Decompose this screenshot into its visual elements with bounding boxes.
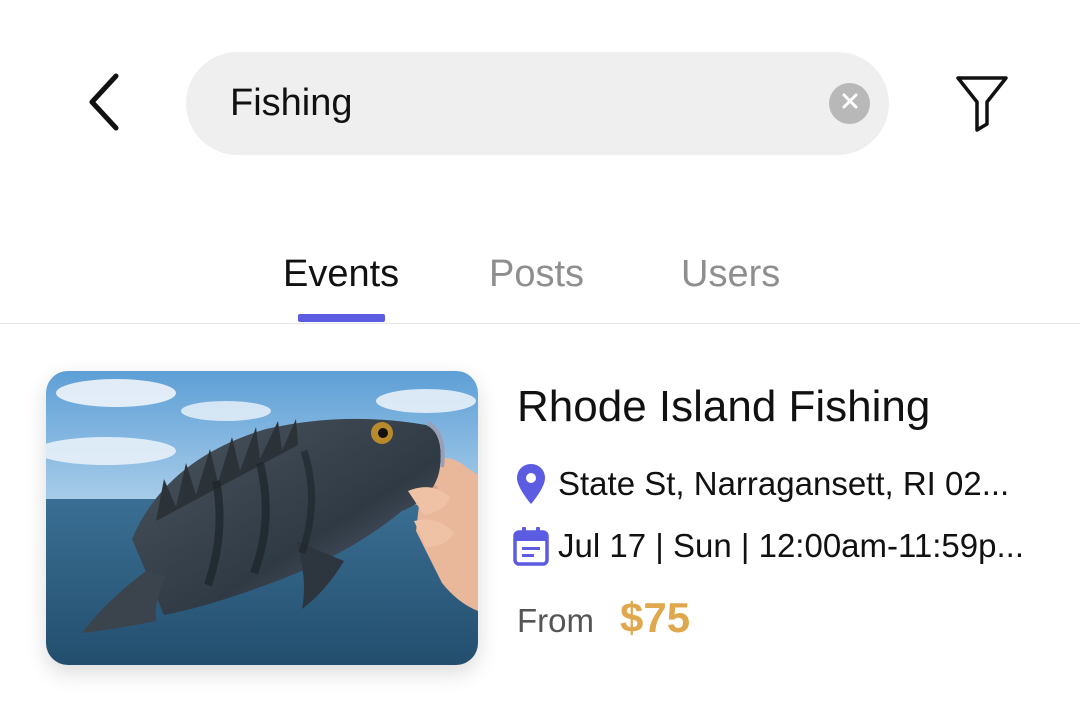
results-list: Rhode Island Fishing State St, Narragans… — [0, 324, 1080, 716]
tab-users[interactable]: Users — [681, 253, 780, 296]
event-price: $75 — [620, 594, 691, 641]
clear-x-icon — [841, 92, 859, 115]
clear-search-button[interactable] — [829, 83, 870, 124]
search-header — [0, 0, 1080, 205]
event-location: State St, Narragansett, RI 02... — [558, 465, 1010, 502]
active-tab-indicator — [298, 314, 385, 322]
event-datetime: Jul 17 | Sun | 12:00am-11:59p... — [558, 527, 1024, 564]
back-button[interactable] — [72, 66, 136, 142]
map-pin-icon — [512, 462, 550, 506]
event-price-row: From $75 — [517, 594, 690, 642]
results-tabs: Events Posts Users — [0, 205, 1080, 324]
event-datetime-row: Jul 17 | Sun | 12:00am-11:59p... — [512, 522, 1048, 570]
filter-button[interactable] — [946, 66, 1018, 142]
chevron-left-icon — [84, 72, 124, 137]
search-results-screen: Events Posts Users — [0, 0, 1080, 716]
event-title: Rhode Island Fishing — [517, 382, 931, 431]
calendar-icon — [512, 524, 550, 568]
price-prefix: From — [517, 602, 594, 639]
event-card[interactable]: Rhode Island Fishing State St, Narragans… — [0, 324, 1080, 716]
search-bar — [186, 52, 889, 155]
search-input[interactable] — [230, 52, 790, 155]
event-location-row: State St, Narragansett, RI 02... — [512, 460, 1048, 508]
filter-funnel-icon — [954, 72, 1010, 137]
tab-events[interactable]: Events — [283, 253, 399, 296]
tab-posts[interactable]: Posts — [489, 253, 584, 296]
event-image — [46, 371, 478, 665]
